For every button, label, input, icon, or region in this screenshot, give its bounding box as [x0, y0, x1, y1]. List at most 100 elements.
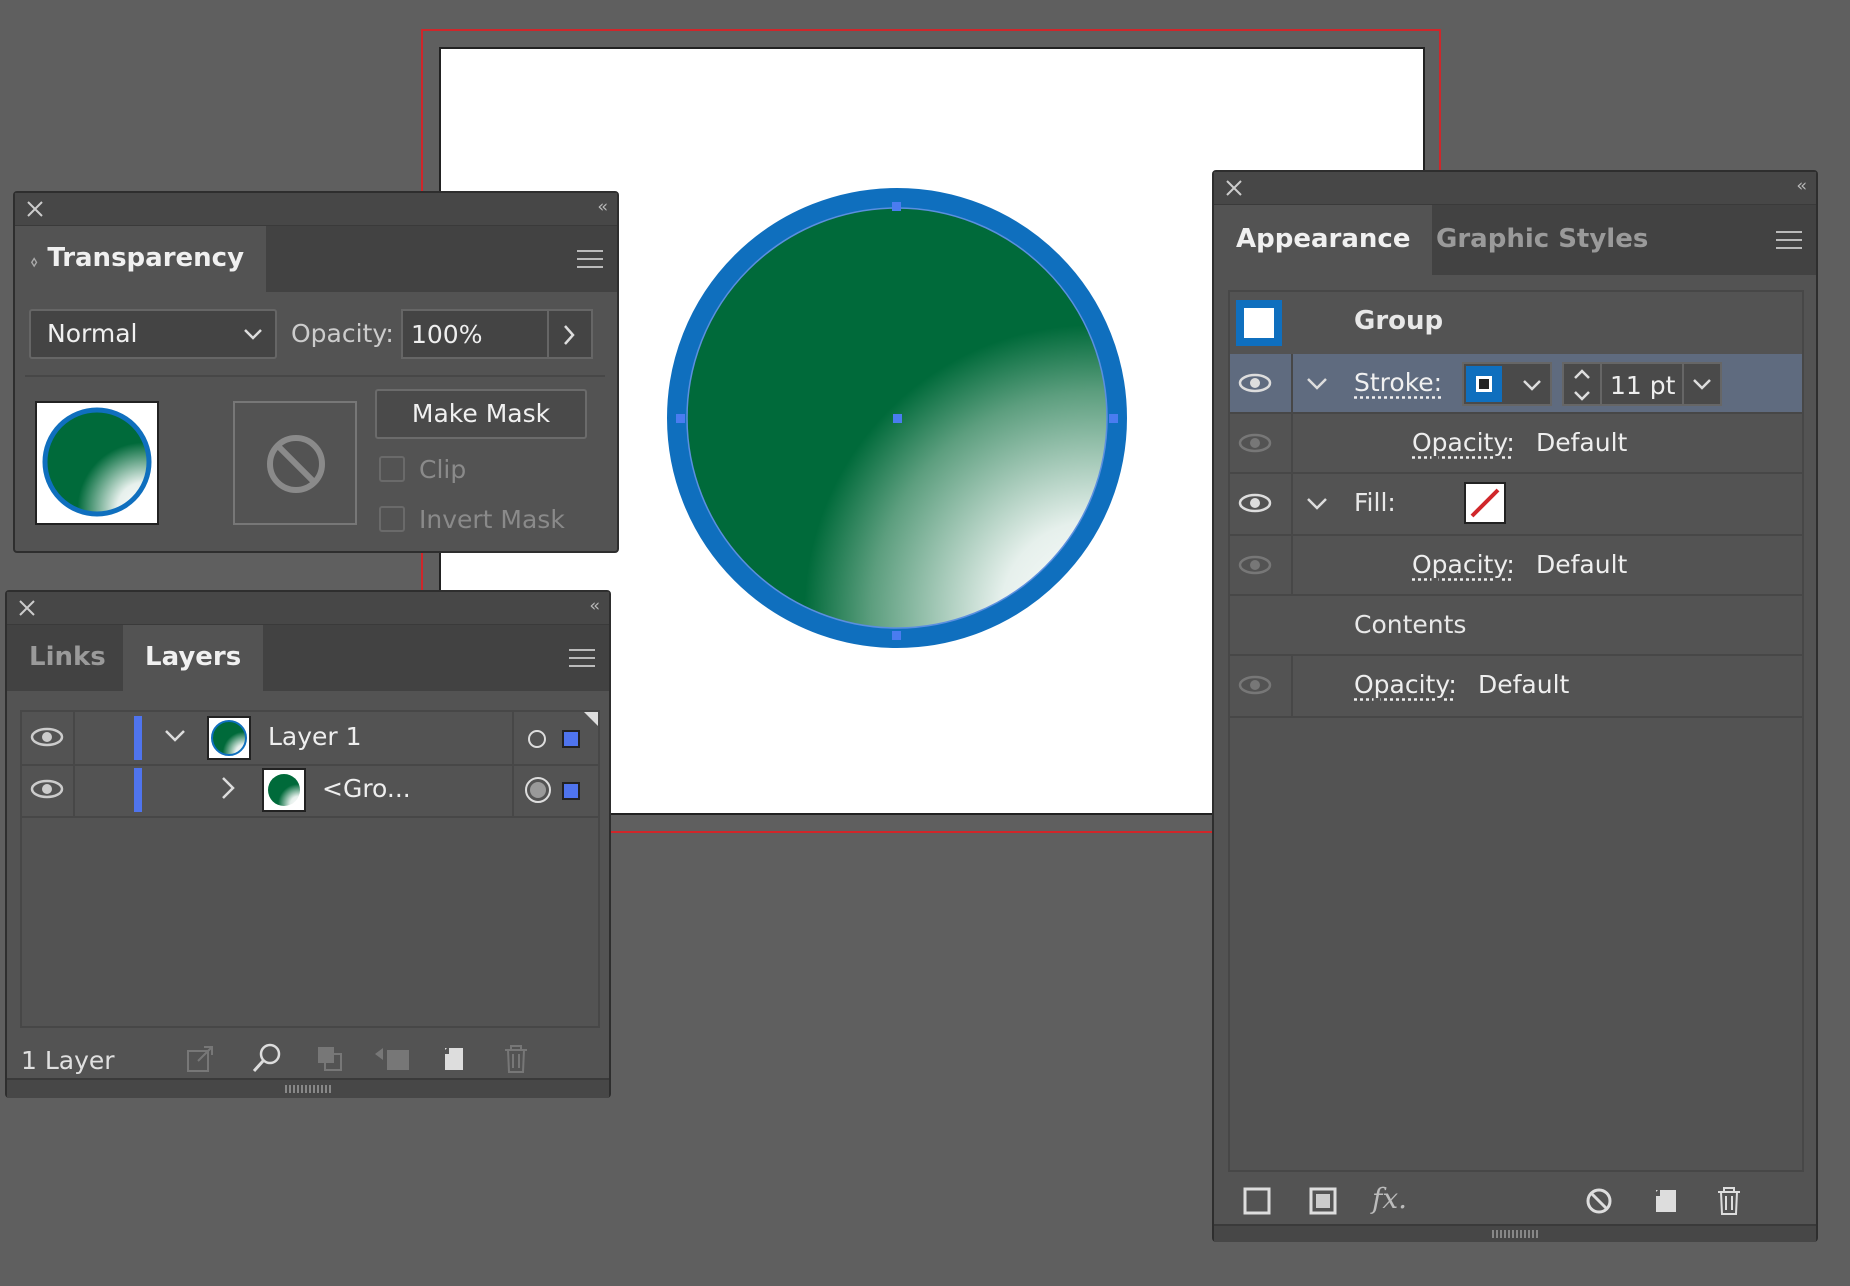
- anchor-point[interactable]: [676, 414, 685, 423]
- tab-links[interactable]: Links: [7, 625, 128, 691]
- transparency-tabbar: ⬨ Transparency: [15, 226, 617, 292]
- tab-layers[interactable]: Layers: [123, 625, 264, 691]
- collapse-icon[interactable]: ‹‹: [597, 197, 607, 217]
- contents-row[interactable]: Contents: [1230, 594, 1802, 656]
- layer-color-bar: [134, 768, 142, 812]
- clip-checkbox[interactable]: [379, 456, 405, 482]
- anchor-point[interactable]: [892, 631, 901, 640]
- trash-icon[interactable]: [501, 1042, 531, 1074]
- mask-thumbnail[interactable]: [233, 401, 357, 525]
- panel-menu-icon[interactable]: [569, 649, 595, 669]
- opacity-label[interactable]: Opacity:: [1412, 550, 1515, 579]
- contents-label: Contents: [1354, 610, 1467, 639]
- search-icon[interactable]: [251, 1042, 283, 1074]
- panel-menu-icon[interactable]: [577, 250, 603, 270]
- duplicate-item-icon[interactable]: [1650, 1184, 1682, 1216]
- add-effect-button[interactable]: fx.: [1372, 1182, 1407, 1215]
- opacity-field[interactable]: 100%: [401, 309, 593, 359]
- layer-name[interactable]: Layer 1: [268, 722, 362, 751]
- center-point[interactable]: [893, 414, 902, 423]
- stroke-swatch-dropdown[interactable]: [1462, 362, 1552, 406]
- chevron-down-icon[interactable]: [164, 728, 186, 744]
- none-swatch-icon: [1470, 488, 1500, 518]
- fill-label: Fill:: [1354, 488, 1396, 517]
- target-icon[interactable]: [526, 728, 548, 750]
- tab-graphic-styles[interactable]: Graphic Styles: [1414, 205, 1670, 275]
- selection-indicator[interactable]: [562, 782, 580, 800]
- appearance-group-row[interactable]: Group: [1230, 292, 1802, 356]
- eye-icon[interactable]: [1238, 492, 1272, 514]
- stroke-weight-field[interactable]: 11 pt: [1562, 362, 1722, 406]
- layer-name[interactable]: <Gro...: [322, 774, 411, 803]
- fill-opacity-row[interactable]: Opacity: Default: [1230, 534, 1802, 596]
- resize-grip[interactable]: [7, 1078, 609, 1098]
- stroke-weight-value: 11 pt: [1610, 371, 1676, 400]
- opacity-label: Opacity:: [291, 319, 394, 348]
- close-icon[interactable]: [1224, 178, 1244, 198]
- artwork-thumbnail[interactable]: [35, 401, 159, 525]
- add-new-fill-icon[interactable]: [1308, 1186, 1338, 1216]
- clear-appearance-icon[interactable]: [1584, 1186, 1614, 1216]
- close-icon[interactable]: [25, 199, 45, 219]
- resize-grip[interactable]: [1214, 1224, 1816, 1242]
- eye-icon[interactable]: [1238, 372, 1272, 394]
- chevron-down-icon[interactable]: [1306, 376, 1328, 392]
- thumbnail-circle: [42, 407, 152, 517]
- chevron-right-icon: [564, 325, 575, 345]
- collapse-icon[interactable]: ‹‹: [589, 596, 599, 616]
- new-layer-icon[interactable]: [439, 1042, 471, 1074]
- stroke-row[interactable]: Stroke: 11 pt: [1230, 354, 1802, 414]
- opacity-value: Default: [1478, 670, 1570, 699]
- fill-swatch-none[interactable]: [1464, 482, 1506, 524]
- updown-icon: ⬨: [31, 254, 38, 270]
- stroke-swatch: [1466, 366, 1502, 402]
- anchor-point[interactable]: [892, 202, 901, 211]
- panel-titlebar[interactable]: ‹‹: [15, 193, 617, 226]
- corner-marker: [584, 712, 598, 726]
- eye-icon[interactable]: [30, 778, 64, 800]
- panel-titlebar[interactable]: ‹‹: [7, 592, 609, 625]
- layer-row[interactable]: <Gro...: [22, 764, 598, 818]
- invert-mask-checkbox[interactable]: [379, 506, 405, 532]
- make-clipping-mask-icon[interactable]: [315, 1044, 345, 1074]
- tab-appearance[interactable]: Appearance: [1214, 205, 1433, 275]
- layer-row[interactable]: Layer 1: [22, 712, 598, 766]
- selected-circle-group[interactable]: [660, 185, 1130, 655]
- chevron-right-icon[interactable]: [220, 776, 236, 800]
- opacity-value: 100%: [411, 320, 483, 349]
- panel-titlebar[interactable]: ‹‹: [1214, 172, 1816, 205]
- add-new-stroke-icon[interactable]: [1242, 1186, 1272, 1216]
- eye-icon[interactable]: [1238, 554, 1272, 576]
- stepper-icon[interactable]: [1572, 366, 1592, 404]
- target-icon[interactable]: [523, 775, 553, 805]
- opacity-slider-button[interactable]: [547, 311, 591, 357]
- layer-count: 1 Layer: [21, 1046, 115, 1075]
- chevron-down-icon: [1523, 380, 1541, 391]
- selection-indicator[interactable]: [562, 730, 580, 748]
- chevron-down-icon[interactable]: [1692, 377, 1712, 391]
- eye-icon[interactable]: [30, 726, 64, 748]
- opacity-label[interactable]: Opacity:: [1412, 428, 1515, 457]
- make-mask-button[interactable]: Make Mask: [375, 389, 587, 439]
- close-icon[interactable]: [17, 598, 37, 618]
- stroke-opacity-row[interactable]: Opacity: Default: [1230, 412, 1802, 474]
- layer-color-bar: [134, 716, 142, 760]
- eye-icon[interactable]: [1238, 674, 1272, 696]
- panel-menu-icon[interactable]: [1776, 231, 1802, 251]
- chevron-down-icon[interactable]: [1306, 496, 1328, 512]
- trash-icon[interactable]: [1714, 1184, 1744, 1216]
- fill-row[interactable]: Fill:: [1230, 472, 1802, 536]
- locate-object-icon[interactable]: [185, 1044, 215, 1074]
- transparency-panel: ‹‹ ⬨ Transparency Normal Opacity: 100% Ma…: [13, 191, 619, 553]
- opacity-value: Default: [1536, 550, 1628, 579]
- blend-mode-select[interactable]: Normal: [29, 309, 277, 359]
- new-sublayer-icon[interactable]: [373, 1044, 413, 1074]
- anchor-point[interactable]: [1109, 414, 1118, 423]
- eye-icon[interactable]: [1238, 432, 1272, 454]
- group-swatch: [1236, 300, 1282, 346]
- tab-transparency[interactable]: ⬨ Transparency: [15, 226, 267, 292]
- stroke-label[interactable]: Stroke:: [1354, 368, 1442, 397]
- group-opacity-row[interactable]: Opacity: Default: [1230, 654, 1802, 718]
- collapse-icon[interactable]: ‹‹: [1796, 176, 1806, 196]
- opacity-label[interactable]: Opacity:: [1354, 670, 1457, 699]
